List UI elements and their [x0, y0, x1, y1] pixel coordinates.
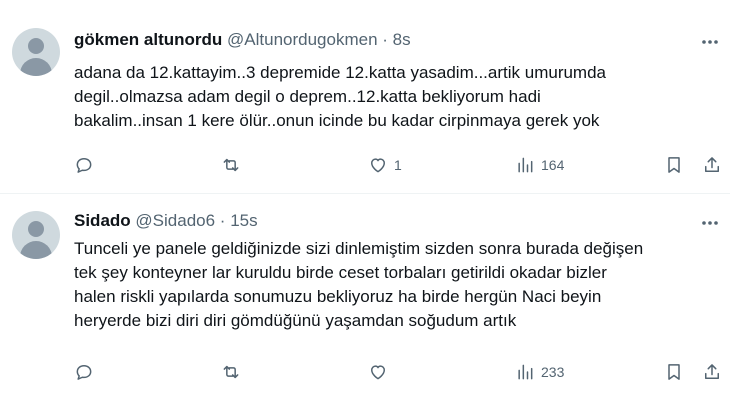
like-count: 1 [394, 157, 402, 173]
retweet-icon [223, 365, 239, 379]
tweet-header: gökmen altunordu @Altunordugokmen · 8s [74, 30, 411, 50]
view-count: 164 [541, 157, 565, 173]
views-chart-icon [518, 364, 533, 380]
tweet-text-line: heryerde bizi diri diri gömdüğünü yaşamd… [74, 311, 517, 330]
share-icon [705, 364, 719, 379]
timestamp[interactable]: 15s [230, 211, 257, 230]
retweet-button[interactable] [221, 360, 247, 384]
reply-button[interactable] [74, 153, 100, 177]
more-horizontal-icon[interactable] [700, 32, 720, 52]
reply-button[interactable] [74, 360, 100, 384]
tweet-text-line: tek şey konteyner lar kuruldu birde cese… [74, 263, 607, 282]
views-button[interactable]: 233 [515, 360, 564, 384]
author-handle[interactable]: @Sidado6 [135, 211, 215, 230]
views-chart-icon [518, 157, 533, 173]
bookmark-button[interactable] [664, 360, 684, 384]
separator: · [219, 211, 226, 230]
heart-icon [371, 158, 385, 173]
tweet-actions: 1 164 [0, 153, 730, 177]
reply-icon [76, 158, 92, 173]
tweet-text-line: adana da 12.kattayim..3 depremide 12.kat… [74, 63, 607, 82]
tweet-text-line: bakalim..insan 1 kere ölür..onun icinde … [74, 111, 600, 130]
avatar[interactable] [12, 28, 60, 76]
tweet-actions: 233 [0, 360, 730, 384]
avatar[interactable] [12, 211, 60, 259]
timestamp[interactable]: 8s [393, 30, 411, 49]
tweet-text-line: halen riskli yapılarda sonumuzu bekliyor… [74, 287, 602, 306]
tweet-text-line: Tunceli ye panele geldiğinizde sizi dinl… [74, 239, 644, 258]
share-button[interactable] [702, 153, 722, 177]
views-button[interactable]: 164 [515, 153, 564, 177]
more-horizontal-icon[interactable] [700, 213, 720, 233]
retweet-icon [223, 158, 239, 172]
tweet[interactable]: gökmen altunordu @Altunordugokmen · 8s a… [0, 0, 730, 194]
view-count: 233 [541, 364, 565, 380]
author-name[interactable]: Sidado [74, 211, 131, 230]
tweet-text: adana da 12.kattayim..3 depremide 12.kat… [74, 61, 694, 133]
retweet-button[interactable] [221, 153, 247, 177]
tweet-text-line: degil..olmazsa adam degil o deprem..12.k… [74, 87, 541, 106]
author-name[interactable]: gökmen altunordu [74, 30, 222, 49]
tweet-header: Sidado @Sidado6 · 15s [74, 211, 258, 231]
tweet-text: Tunceli ye panele geldiğinizde sizi dinl… [74, 237, 694, 333]
like-button[interactable] [368, 360, 394, 384]
reply-icon [76, 365, 92, 380]
share-icon [705, 157, 719, 172]
like-button[interactable]: 1 [368, 153, 402, 177]
bookmark-icon [668, 364, 680, 380]
share-button[interactable] [702, 360, 722, 384]
heart-icon [371, 365, 385, 380]
separator: · [382, 30, 388, 49]
bookmark-button[interactable] [664, 153, 684, 177]
tweet[interactable]: Sidado @Sidado6 · 15s Tunceli ye panele … [0, 194, 730, 420]
bookmark-icon [668, 157, 680, 173]
author-handle[interactable]: @Altunordugokmen [227, 30, 378, 49]
